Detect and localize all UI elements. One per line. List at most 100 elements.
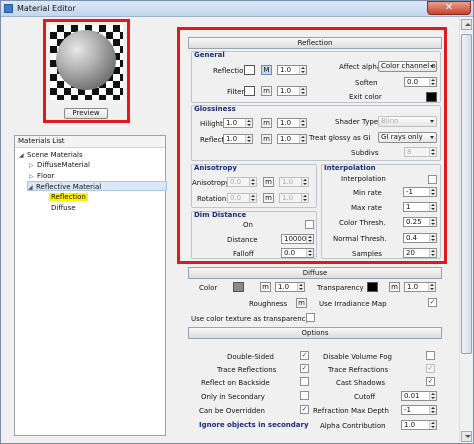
tree-item-diffuse[interactable]: Diffuse xyxy=(51,203,76,213)
treat-glossy-dropdown[interactable]: GI rays only xyxy=(378,132,437,143)
diffuse-section-header[interactable]: Diffuse xyxy=(188,267,442,279)
transparency-color-swatch[interactable] xyxy=(367,282,378,292)
spin-arrows-icon[interactable] xyxy=(306,249,313,257)
reflect-input[interactable]: 1.0 xyxy=(223,134,253,144)
spin-arrows-icon[interactable] xyxy=(429,406,436,414)
subdivs-input[interactable]: 8 xyxy=(404,147,437,157)
spin-arrows-icon[interactable] xyxy=(429,203,436,211)
expand-triangle-icon[interactable]: ◢ xyxy=(19,151,27,161)
shader-type-dropdown[interactable]: Blinn xyxy=(378,116,437,127)
cast-shadows-checkbox[interactable]: ✓ xyxy=(426,377,435,386)
spin-arrows-icon[interactable] xyxy=(297,283,304,291)
rotation-input[interactable]: 0.0 xyxy=(227,193,257,203)
spin-arrows-icon[interactable] xyxy=(301,178,308,186)
scrollbar-thumb[interactable] xyxy=(461,34,472,354)
hilight-map-button[interactable]: m xyxy=(261,118,272,128)
reflection-amount-input[interactable]: 1.0 xyxy=(277,65,307,75)
interpolation-checkbox[interactable] xyxy=(428,175,437,184)
tree-item-floor[interactable]: ▷ Floor xyxy=(29,171,54,181)
reflection-map-button[interactable]: M xyxy=(261,65,272,75)
close-button[interactable]: ✕ xyxy=(427,1,471,15)
falloff-input[interactable]: 0.0 xyxy=(281,248,314,258)
min-rate-input[interactable]: -1 xyxy=(403,187,437,197)
tree-item-label: Floor xyxy=(37,172,55,180)
spin-arrows-icon[interactable] xyxy=(299,66,306,74)
scroll-up-arrow-icon[interactable] xyxy=(461,19,472,30)
min-rate-label: Min rate xyxy=(353,189,382,197)
spin-arrows-icon[interactable] xyxy=(429,148,436,156)
spin-arrows-icon[interactable] xyxy=(429,78,436,86)
filter-map-button[interactable]: m xyxy=(261,86,272,96)
refraction-max-depth-input[interactable]: -1 xyxy=(401,405,437,415)
samples-input[interactable]: 20 xyxy=(403,248,437,258)
spin-arrows-icon[interactable] xyxy=(245,135,252,143)
irradiance-checkbox[interactable]: ✓ xyxy=(428,298,437,307)
vertical-scrollbar[interactable] xyxy=(459,18,472,443)
roughness-map-button[interactable]: m xyxy=(296,298,307,308)
diffuse-color-amount-input[interactable]: 1.0 xyxy=(275,282,305,292)
spin-arrows-icon[interactable] xyxy=(299,87,306,95)
tree-item-diffusematerial[interactable]: ▷ DiffuseMaterial xyxy=(29,160,90,170)
spin-arrows-icon[interactable] xyxy=(429,234,436,242)
tree-item-scene-materials[interactable]: ◢ Scene Materials xyxy=(19,150,83,160)
diffuse-color-map-button[interactable]: m xyxy=(260,282,271,292)
anisotropy-input[interactable]: 0.0 xyxy=(227,177,257,187)
only-secondary-checkbox[interactable] xyxy=(300,391,309,400)
options-section-header[interactable]: Options xyxy=(188,327,442,339)
trace-reflections-checkbox[interactable]: ✓ xyxy=(300,364,309,373)
spin-arrows-icon[interactable] xyxy=(429,392,436,400)
reflection-section-header[interactable]: Reflection xyxy=(188,37,442,49)
spin-arrows-icon[interactable] xyxy=(428,283,435,291)
collapsed-triangle-icon[interactable]: ▷ xyxy=(29,161,37,171)
spin-arrows-icon[interactable] xyxy=(429,249,436,257)
reflect-amount-input[interactable]: 1.0 xyxy=(277,134,307,144)
dim-on-checkbox[interactable] xyxy=(305,220,314,229)
tree-item-reflection[interactable]: Reflection xyxy=(49,192,88,202)
reflect-backside-checkbox[interactable] xyxy=(300,377,309,386)
filter-color-swatch[interactable] xyxy=(244,86,255,96)
scroll-down-arrow-icon[interactable] xyxy=(461,431,472,442)
spin-arrows-icon[interactable] xyxy=(429,188,436,196)
normal-thresh-input[interactable]: 0.4 xyxy=(403,233,437,243)
anisotropy-map-button[interactable]: m xyxy=(263,177,274,187)
spin-arrows-icon[interactable] xyxy=(249,178,256,186)
rotation-amount-input[interactable]: 1.0 xyxy=(279,193,309,203)
preview-button[interactable]: Preview xyxy=(64,108,108,119)
exit-color-swatch[interactable] xyxy=(426,92,437,102)
transparency-amount-input[interactable]: 1.0 xyxy=(404,282,436,292)
affect-alpha-dropdown[interactable]: Color channel or xyxy=(378,61,437,72)
transparency-map-button[interactable]: m xyxy=(389,282,400,292)
cutoff-input[interactable]: 0.01 xyxy=(401,391,437,401)
hilight-input[interactable]: 1.0 xyxy=(223,118,253,128)
spin-arrows-icon[interactable] xyxy=(245,119,252,127)
spin-arrows-icon[interactable] xyxy=(429,218,436,226)
diffuse-color-swatch[interactable] xyxy=(233,282,244,292)
anisotropy-value: 0.0 xyxy=(230,178,242,186)
spin-arrows-icon[interactable] xyxy=(429,421,436,429)
reflect-map-button[interactable]: m xyxy=(261,134,272,144)
reflection-color-swatch[interactable] xyxy=(244,65,255,75)
filter-amount-input[interactable]: 1.0 xyxy=(277,86,307,96)
tree-item-reflective-material[interactable]: ◢ Reflective Material xyxy=(27,181,167,191)
spin-arrows-icon[interactable] xyxy=(299,119,306,127)
double-sided-checkbox[interactable]: ✓ xyxy=(300,351,309,360)
spin-arrows-icon[interactable] xyxy=(249,194,256,202)
anisotropy-amount-input[interactable]: 1.0 xyxy=(279,177,309,187)
soften-input[interactable]: 0.0 xyxy=(404,77,437,87)
alpha-contribution-input[interactable]: 1.0 xyxy=(401,420,437,430)
spin-arrows-icon[interactable] xyxy=(299,135,306,143)
distance-input[interactable]: 100000 xyxy=(281,234,314,244)
spin-arrows-icon[interactable] xyxy=(306,235,313,243)
expand-triangle-icon[interactable]: ◢ xyxy=(28,183,36,193)
hilight-amount-input[interactable]: 1.0 xyxy=(277,118,307,128)
max-rate-input[interactable]: 1 xyxy=(403,202,437,212)
disable-volume-fog-checkbox[interactable] xyxy=(426,351,435,360)
trace-refractions-checkbox[interactable]: ✓ xyxy=(426,364,435,373)
spin-arrows-icon[interactable] xyxy=(301,194,308,202)
color-thresh-input[interactable]: 0.25 xyxy=(403,217,437,227)
rotation-value: 0.0 xyxy=(230,194,242,202)
use-color-tex-checkbox[interactable] xyxy=(306,313,315,322)
rotation-map-button[interactable]: m xyxy=(263,193,274,203)
can-be-overridden-checkbox[interactable]: ✓ xyxy=(300,405,309,414)
diffuse-color-label: Color xyxy=(199,284,218,292)
